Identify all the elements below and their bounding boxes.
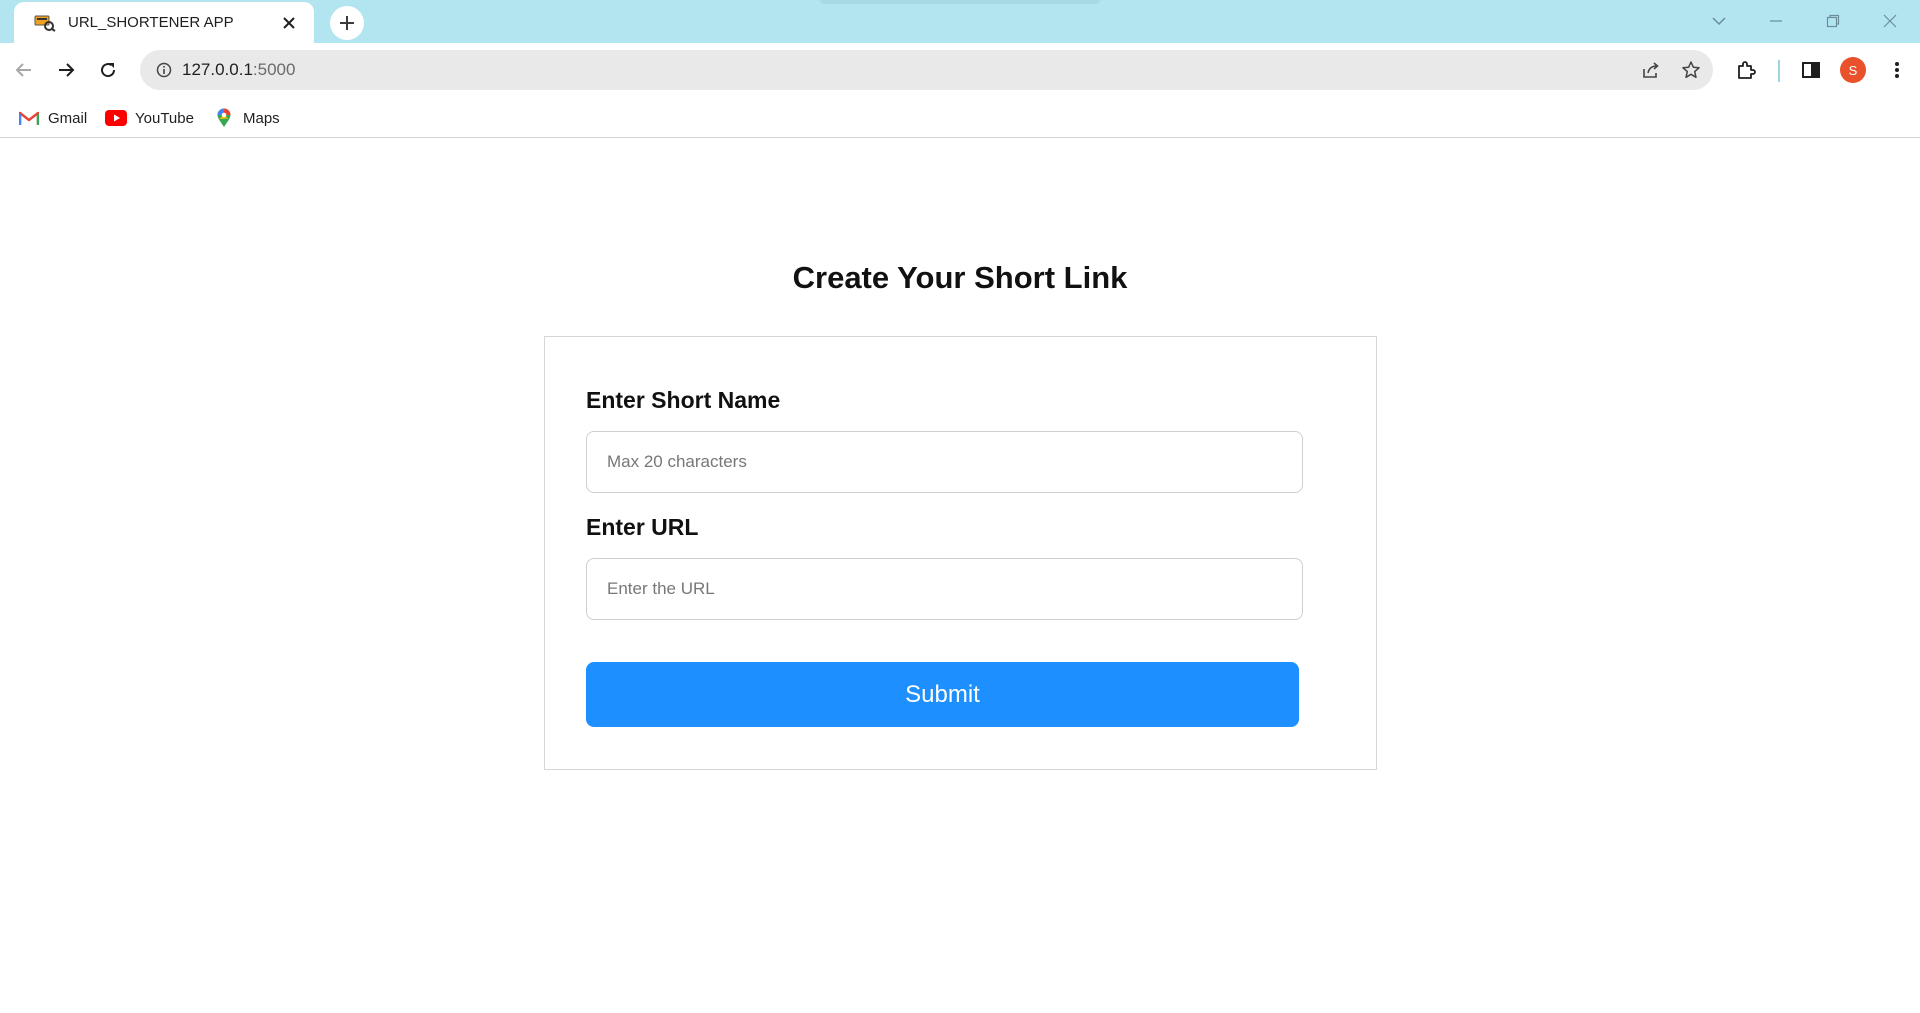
share-button[interactable] (1637, 56, 1665, 84)
close-window-button[interactable] (1870, 6, 1910, 36)
bookmark-star-button[interactable] (1677, 56, 1705, 84)
bookmark-label: Gmail (48, 109, 88, 127)
puzzle-icon (1738, 61, 1756, 79)
close-icon (1883, 14, 1897, 28)
address-url[interactable]: 127.0.0.1:5000 (182, 60, 295, 80)
plus-icon (340, 16, 354, 30)
forward-button[interactable] (50, 54, 82, 86)
profile-avatar[interactable]: S (1840, 57, 1866, 83)
back-button[interactable] (8, 54, 40, 86)
short-name-input[interactable] (586, 431, 1303, 493)
page-content: Create Your Short Link Enter Short Name … (0, 139, 1920, 1013)
address-host: 127.0.0.1 (182, 60, 253, 79)
kebab-menu-icon (1895, 62, 1899, 78)
bookmark-label: Maps (243, 109, 280, 127)
chevron-down-icon (1712, 17, 1726, 26)
reload-button[interactable] (92, 54, 124, 86)
share-icon (1643, 62, 1659, 78)
restore-icon (1826, 14, 1840, 28)
tab-search-button[interactable] (1699, 6, 1739, 36)
restore-button[interactable] (1813, 6, 1853, 36)
star-icon (1682, 61, 1700, 79)
url-input[interactable] (586, 558, 1303, 620)
new-tab-button[interactable] (330, 6, 364, 40)
app-favicon-icon (34, 13, 56, 33)
shortener-form: Enter Short Name Enter URL Submit (544, 336, 1377, 770)
short-name-label: Enter Short Name (586, 387, 781, 413)
bookmark-gmail[interactable]: Gmail (18, 106, 87, 130)
minimize-button[interactable] (1756, 6, 1796, 36)
tab-strip: URL_SHORTENER APP (0, 0, 1920, 43)
toolbar-divider (1778, 60, 1780, 82)
tab-strip-highlight (820, 0, 1100, 4)
tab-title: URL_SHORTENER APP (68, 14, 234, 31)
url-label: Enter URL (586, 514, 699, 540)
bookmark-youtube[interactable]: YouTube (105, 106, 194, 130)
address-bar[interactable]: 127.0.0.1:5000 (140, 50, 1713, 90)
site-info-icon[interactable] (154, 60, 174, 80)
maps-icon (213, 108, 235, 127)
reload-icon (101, 63, 116, 78)
gmail-icon (18, 109, 40, 127)
tab-close-icon[interactable] (276, 10, 302, 36)
browser-toolbar: 127.0.0.1:5000 S (0, 43, 1920, 97)
active-tab[interactable]: URL_SHORTENER APP (14, 2, 314, 43)
minimize-icon (1770, 20, 1782, 22)
arrow-right-icon (59, 63, 75, 77)
youtube-icon (105, 109, 127, 127)
browser-menu-button[interactable] (1881, 54, 1913, 86)
page-title: Create Your Short Link (792, 260, 1128, 295)
side-panel-icon (1802, 62, 1820, 78)
bookmark-label: YouTube (135, 109, 194, 127)
extensions-button[interactable] (1730, 54, 1762, 86)
side-panel-button[interactable] (1795, 54, 1827, 86)
arrow-left-icon (15, 63, 31, 77)
bookmark-maps[interactable]: Maps (213, 106, 280, 130)
submit-button[interactable]: Submit (586, 662, 1299, 727)
bookmarks-bar: Gmail YouTube Maps (0, 97, 1920, 138)
address-port: :5000 (252, 60, 296, 79)
